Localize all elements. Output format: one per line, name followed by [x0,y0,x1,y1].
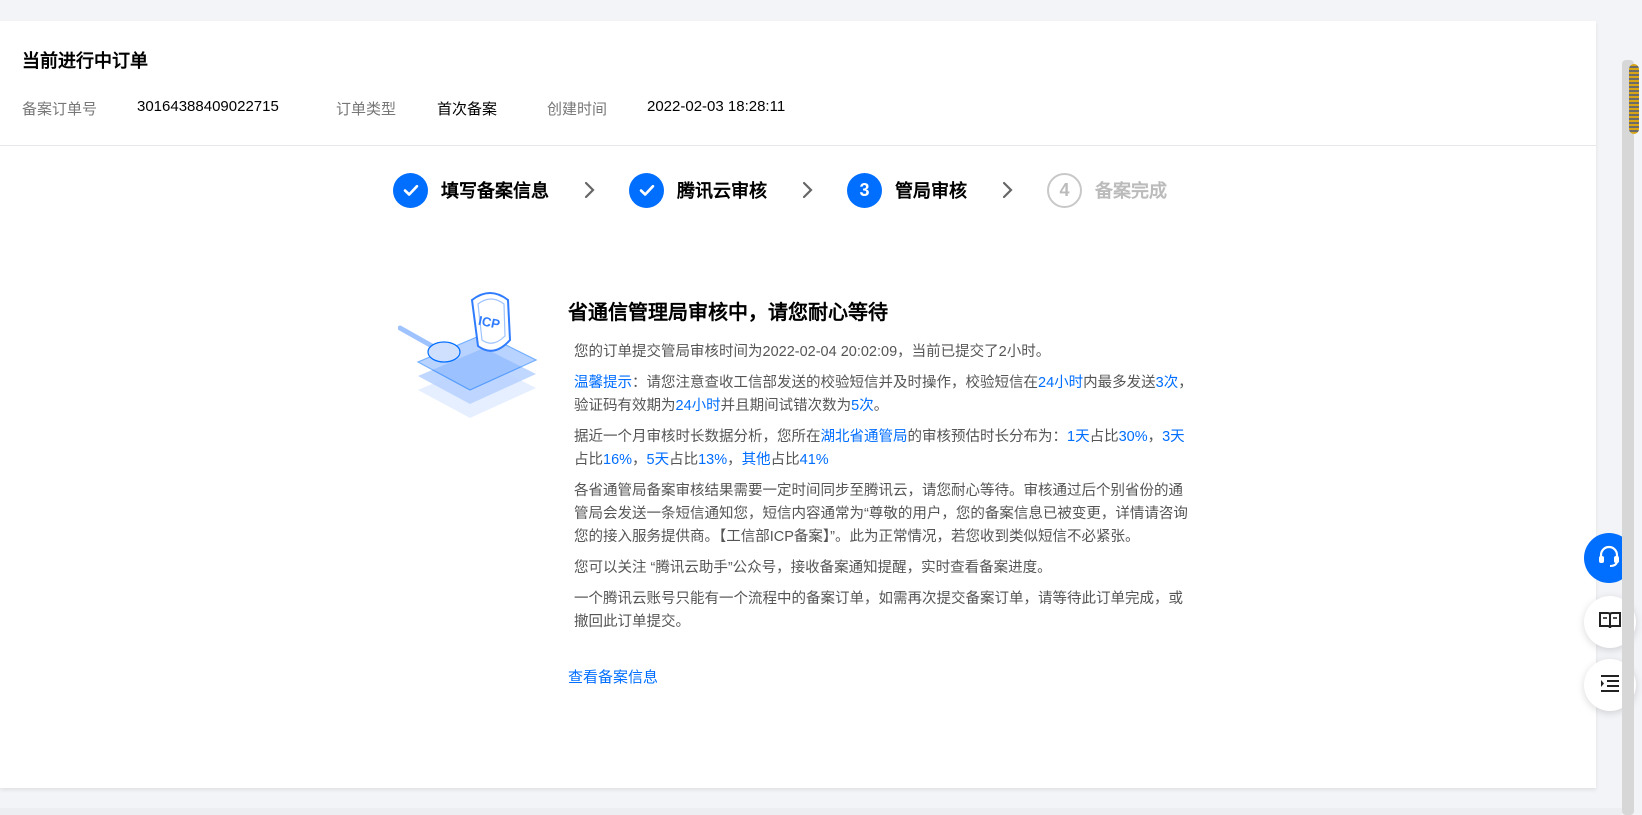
estimate-highlight: 5天 [646,452,670,468]
view-filing-info-link[interactable]: 查看备案信息 [568,666,658,687]
estimate-highlight: 3天 [1162,429,1185,445]
check-icon [393,172,428,208]
order-no-value: 30164388409022715 [137,98,279,115]
order-type-label: 订单类型 [336,101,397,118]
sms-notice-text: 各省通管局备案审核结果需要一定时间同步至腾讯云，请您耐心等待。审核通过后个别省份… [574,483,1188,545]
chevron-right-icon [577,178,601,202]
tip-text: 内最多发送 [1083,375,1156,391]
created-time-value: 2022-02-03 18:28:11 [647,98,786,115]
created-time-label: 创建时间 [547,101,608,118]
estimate-highlight: 30% [1118,429,1148,445]
bottom-strip [0,808,1622,815]
check-icon [629,172,664,208]
estimate-text: ， [632,452,647,468]
tip-text: 并且期间试错次数为 [720,398,852,414]
estimate-text: 据近一个月审核时长数据分析，您所在 [574,429,821,445]
step-fill-info: 填写备案信息 [393,172,549,208]
status-headline: 省通信管理局审核中，请您耐心等待 [568,302,888,324]
step-label: 腾讯云审核 [677,181,767,201]
tip-text: ：请您注意查收工信部发送的校验短信并及时操作，校验短信在 [632,375,1038,391]
list-indent-icon [1597,670,1623,701]
order-title: 当前进行中订单 [22,51,148,71]
step-label: 填写备案信息 [441,181,549,201]
step-label: 管局审核 [895,181,967,201]
estimate-text: 占比 [669,452,699,468]
estimate-highlight: 13% [698,452,728,468]
estimate-text: ， [1147,429,1163,445]
estimate-text: 的审核预估时长分布为： [907,429,1068,445]
estimate-highlight: 湖北省通管局 [820,429,908,445]
order-type-value: 首次备案 [437,101,498,118]
step-complete: 4 备案完成 [1047,172,1167,208]
estimate-highlight: 41% [799,452,829,468]
icp-review-illustration: ICP [397,284,544,436]
follow-account-text: 您可以关注 “腾讯云助手”公众号，接收备案通知提醒，实时查看备案进度。 [574,560,1052,576]
tip-label: 温馨提示 [574,375,632,391]
estimate-paragraph: 据近一个月审核时长数据分析，您所在湖北省通管局的审核预估时长分布为：1天占比30… [574,426,1194,472]
estimate-text: 占比 [1089,429,1119,445]
step-number: 3 [847,172,882,208]
estimate-text: ， [727,452,742,468]
step-bureau-review: 3 管局审核 [847,172,967,208]
tip-highlight: 24小时 [1038,375,1084,391]
step-number: 4 [1047,172,1082,208]
tip-highlight: 3次 [1155,375,1179,391]
step-label: 备案完成 [1095,181,1167,201]
estimate-text: 占比 [574,452,603,468]
headset-icon [1595,542,1623,575]
chevron-right-icon [995,178,1019,202]
single-order-notice-text: 一个腾讯云账号只能有一个流程中的备案订单，如需再次提交备案订单，请等待此订单完成… [574,591,1183,630]
step-tencent-review: 腾讯云审核 [629,172,767,208]
submit-time-text: 您的订单提交管局审核时间为2022-02-04 20:02:09，当前已提交了2… [574,344,1051,360]
tip-highlight: 5次 [851,398,874,414]
tip-paragraph: 温馨提示：请您注意查收工信部发送的校验短信并及时操作，校验短信在24小时内最多发… [574,372,1194,418]
book-icon [1597,607,1623,638]
order-header: 当前进行中订单 备案订单号 30164388409022715 订单类型 首次备… [0,21,1596,146]
order-no-label: 备案订单号 [22,101,98,118]
estimate-highlight: 其他 [741,452,771,468]
tip-highlight: 24小时 [675,398,721,414]
review-status-content: 省通信管理局审核中，请您耐心等待 您的订单提交管局审核时间为2022-02-04… [568,296,1194,687]
scrollbar-thumb[interactable] [1629,64,1639,134]
estimate-highlight: 16% [603,452,633,468]
tip-text: 。 [873,398,889,414]
scrollbar-track[interactable] [1622,60,1634,815]
chevron-right-icon [795,178,819,202]
estimate-highlight: 1天 [1067,429,1090,445]
progress-steps: 填写备案信息 腾讯云审核 3 管局审核 4 备案完成 [393,172,1167,208]
estimate-text: 占比 [770,452,800,468]
